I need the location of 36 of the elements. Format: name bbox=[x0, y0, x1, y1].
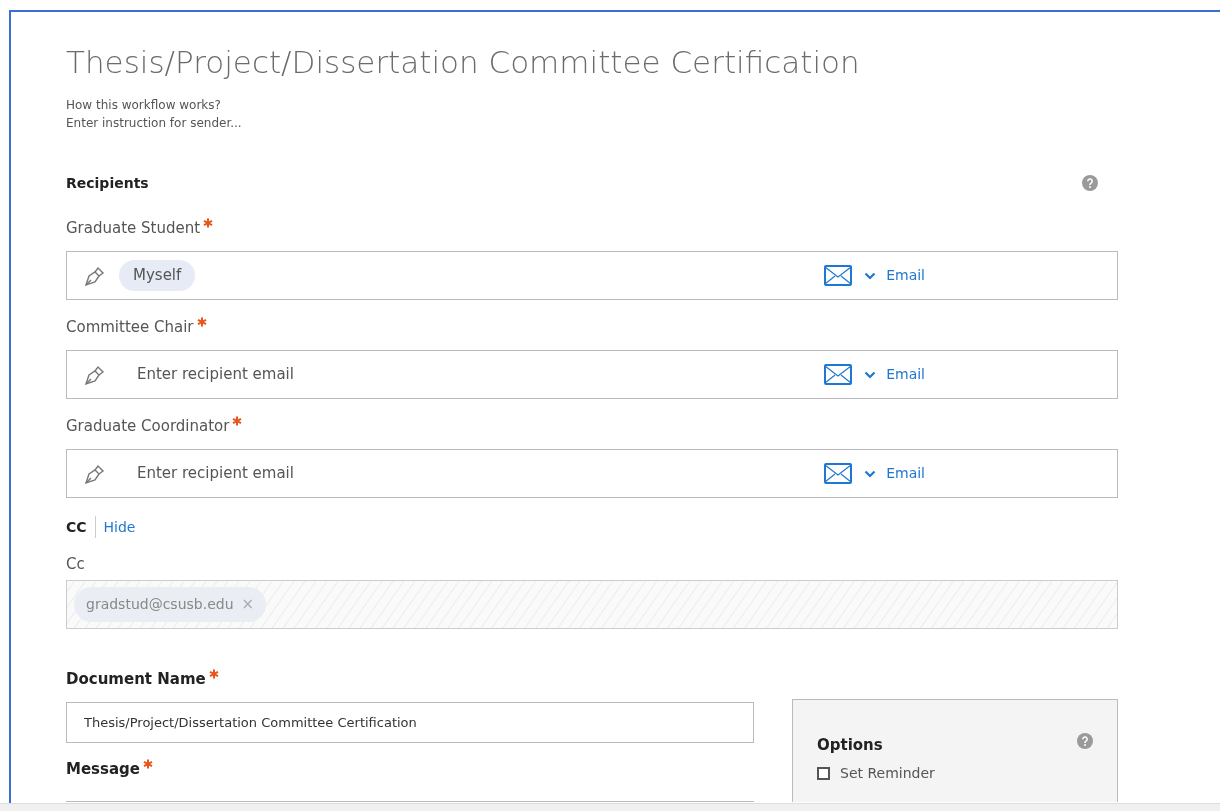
help-icon[interactable] bbox=[1082, 175, 1098, 191]
pen-icon bbox=[83, 462, 107, 485]
delivery-dropdown[interactable]: Email bbox=[864, 463, 925, 484]
delivery-dropdown[interactable]: Email bbox=[864, 364, 925, 385]
help-icon[interactable] bbox=[1077, 733, 1093, 750]
field-label: Graduate Student bbox=[66, 217, 201, 239]
recipient-field[interactable]: Enter recipient email Email bbox=[66, 350, 1118, 399]
field-label: Graduate Coordinator bbox=[66, 415, 230, 437]
envelope-icon[interactable] bbox=[824, 364, 853, 385]
recipient-field[interactable]: Myself Email bbox=[66, 251, 1118, 300]
page-title: Thesis/Project/Dissertation Committee Certification bbox=[66, 43, 861, 82]
envelope-icon[interactable] bbox=[824, 265, 853, 286]
chevron-down-icon bbox=[864, 271, 877, 280]
help-text: Enter instruction for sender... bbox=[66, 115, 243, 132]
document-name-field[interactable]: Thesis/Project/Dissertation Committee Certification bbox=[66, 702, 754, 743]
checkbox-label[interactable]: Set Reminder bbox=[840, 762, 935, 784]
envelope-icon[interactable] bbox=[824, 463, 853, 484]
field-label: Document Name bbox=[66, 668, 206, 690]
cc-heading: CC bbox=[66, 517, 87, 537]
field-label: Message bbox=[66, 758, 140, 780]
field-label: Cc bbox=[66, 554, 85, 574]
checkbox[interactable] bbox=[817, 766, 830, 780]
pen-icon bbox=[83, 264, 107, 287]
recipient-field[interactable]: Enter recipient email Email bbox=[66, 449, 1118, 498]
chevron-down-icon bbox=[864, 370, 877, 379]
chevron-down-icon bbox=[864, 469, 877, 478]
options-heading: Options bbox=[817, 735, 883, 756]
recipient-placeholder: Enter recipient email bbox=[137, 364, 294, 386]
recipient-placeholder: Enter recipient email bbox=[137, 463, 294, 485]
pen-icon bbox=[83, 363, 107, 386]
section-heading: Recipients bbox=[66, 173, 149, 193]
horizontal-scrollbar[interactable] bbox=[0, 803, 1220, 811]
recipient-chip[interactable]: Myself bbox=[119, 260, 196, 291]
field-label: Committee Chair bbox=[66, 316, 194, 338]
delivery-dropdown[interactable]: Email bbox=[864, 265, 925, 286]
help-text: How this workflow works? bbox=[66, 97, 222, 114]
